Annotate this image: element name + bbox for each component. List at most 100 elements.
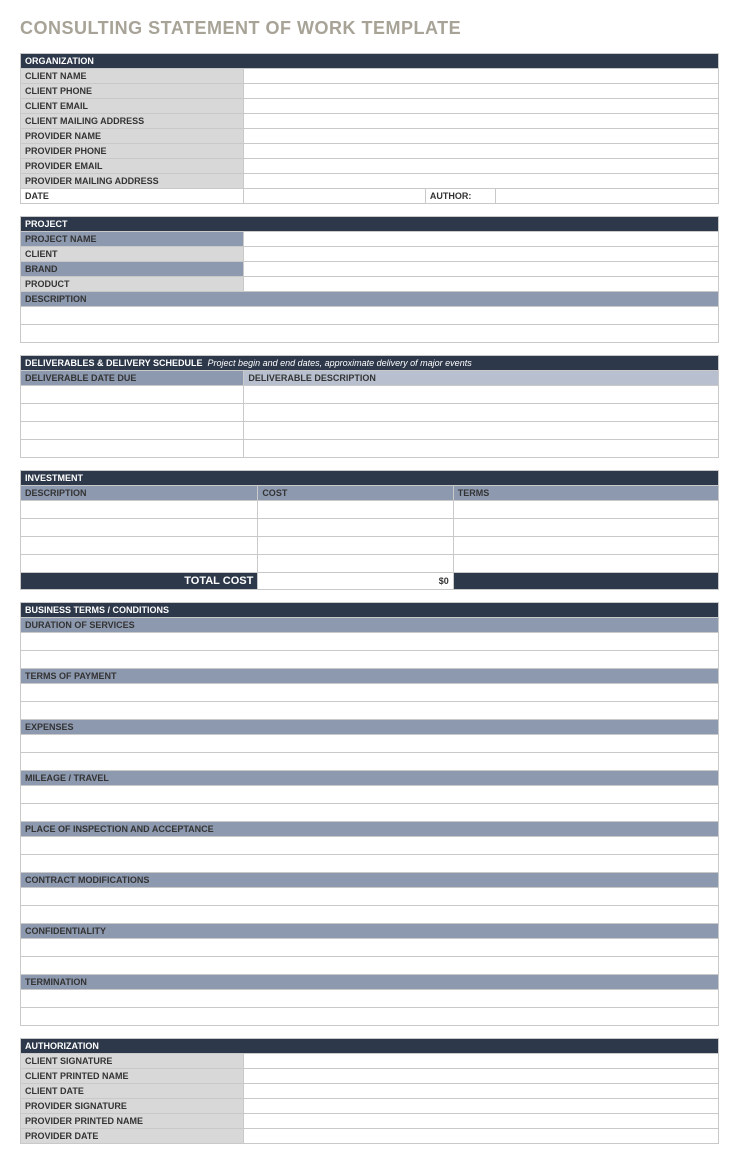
deliv-row-4-date[interactable] xyxy=(21,440,244,458)
input-modifications-2[interactable] xyxy=(21,906,719,924)
input-author[interactable] xyxy=(495,189,718,204)
label-payment: TERMS OF PAYMENT xyxy=(21,669,719,684)
label-provider-email: PROVIDER EMAIL xyxy=(21,159,244,174)
label-client-sig: CLIENT SIGNATURE xyxy=(21,1054,244,1069)
inv-row-3-cost[interactable] xyxy=(258,537,453,555)
input-client-date[interactable] xyxy=(244,1084,719,1099)
deliv-row-3-desc[interactable] xyxy=(244,422,719,440)
label-description: DESCRIPTION xyxy=(21,292,719,307)
inv-row-3-desc[interactable] xyxy=(21,537,258,555)
inv-row-2-terms[interactable] xyxy=(453,519,718,537)
label-duration: DURATION OF SERVICES xyxy=(21,618,719,633)
input-client-print[interactable] xyxy=(244,1069,719,1084)
input-provider-mailing[interactable] xyxy=(244,174,719,189)
label-provider-sig: PROVIDER SIGNATURE xyxy=(21,1099,244,1114)
input-inspection-2[interactable] xyxy=(21,855,719,873)
label-author: AUTHOR: xyxy=(425,189,495,204)
input-expenses-1[interactable] xyxy=(21,735,719,753)
label-provider-name: PROVIDER NAME xyxy=(21,129,244,144)
input-provider-email[interactable] xyxy=(244,159,719,174)
section-organization: ORGANIZATION CLIENT NAME CLIENT PHONE CL… xyxy=(20,53,719,204)
input-termination-1[interactable] xyxy=(21,990,719,1008)
deliv-row-3-date[interactable] xyxy=(21,422,244,440)
organization-header: ORGANIZATION xyxy=(21,54,719,69)
section-project: PROJECT PROJECT NAME CLIENT BRAND PRODUC… xyxy=(20,216,719,343)
input-client-mailing[interactable] xyxy=(244,114,719,129)
inv-row-4-cost[interactable] xyxy=(258,555,453,573)
input-confidentiality-2[interactable] xyxy=(21,957,719,975)
label-confidentiality: CONFIDENTIALITY xyxy=(21,924,719,939)
label-project-name: PROJECT NAME xyxy=(21,232,244,247)
input-payment-2[interactable] xyxy=(21,702,719,720)
input-provider-name[interactable] xyxy=(244,129,719,144)
input-client-email[interactable] xyxy=(244,99,719,114)
section-investment: INVESTMENT DESCRIPTION COST TERMS TOTAL … xyxy=(20,470,719,590)
label-termination: TERMINATION xyxy=(21,975,719,990)
input-provider-print[interactable] xyxy=(244,1114,719,1129)
label-provider-phone: PROVIDER PHONE xyxy=(21,144,244,159)
input-mileage-2[interactable] xyxy=(21,804,719,822)
input-modifications-1[interactable] xyxy=(21,888,719,906)
deliverables-subtitle: Project begin and end dates, approximate… xyxy=(208,358,472,368)
label-inspection: PLACE OF INSPECTION AND ACCEPTANCE xyxy=(21,822,719,837)
inv-row-1-terms[interactable] xyxy=(453,501,718,519)
input-expenses-2[interactable] xyxy=(21,753,719,771)
inv-row-4-desc[interactable] xyxy=(21,555,258,573)
deliv-row-4-desc[interactable] xyxy=(244,440,719,458)
input-termination-2[interactable] xyxy=(21,1008,719,1026)
col-deliverable-date: DELIVERABLE DATE DUE xyxy=(21,371,244,386)
label-expenses: EXPENSES xyxy=(21,720,719,735)
section-deliverables: DELIVERABLES & DELIVERY SCHEDULE Project… xyxy=(20,355,719,458)
label-client-print: CLIENT PRINTED NAME xyxy=(21,1069,244,1084)
input-date[interactable] xyxy=(244,189,425,204)
label-mileage: MILEAGE / TRAVEL xyxy=(21,771,719,786)
label-client-name: CLIENT NAME xyxy=(21,69,244,84)
label-brand: BRAND xyxy=(21,262,244,277)
input-product[interactable] xyxy=(244,277,719,292)
label-date: DATE xyxy=(21,189,244,204)
input-provider-date[interactable] xyxy=(244,1129,719,1144)
input-client-phone[interactable] xyxy=(244,84,719,99)
inv-row-1-cost[interactable] xyxy=(258,501,453,519)
input-client-sig[interactable] xyxy=(244,1054,719,1069)
organization-table: ORGANIZATION CLIENT NAME CLIENT PHONE CL… xyxy=(20,53,719,204)
inv-row-2-cost[interactable] xyxy=(258,519,453,537)
investment-header: INVESTMENT xyxy=(21,471,719,486)
input-duration-1[interactable] xyxy=(21,633,719,651)
deliv-row-2-date[interactable] xyxy=(21,404,244,422)
deliv-row-2-desc[interactable] xyxy=(244,404,719,422)
input-provider-sig[interactable] xyxy=(244,1099,719,1114)
deliverables-table: DELIVERABLES & DELIVERY SCHEDULE Project… xyxy=(20,355,719,458)
input-brand[interactable] xyxy=(244,262,719,277)
label-modifications: CONTRACT MODIFICATIONS xyxy=(21,873,719,888)
inv-row-2-desc[interactable] xyxy=(21,519,258,537)
section-authorization: AUTHORIZATION CLIENT SIGNATURE CLIENT PR… xyxy=(20,1038,719,1144)
business-terms-header: BUSINESS TERMS / CONDITIONS xyxy=(21,603,719,618)
authorization-table: AUTHORIZATION CLIENT SIGNATURE CLIENT PR… xyxy=(20,1038,719,1144)
total-cost-value: $0 xyxy=(258,573,453,590)
input-inspection-1[interactable] xyxy=(21,837,719,855)
input-provider-phone[interactable] xyxy=(244,144,719,159)
input-description-1[interactable] xyxy=(21,307,719,325)
input-confidentiality-1[interactable] xyxy=(21,939,719,957)
inv-row-4-terms[interactable] xyxy=(453,555,718,573)
inv-row-3-terms[interactable] xyxy=(453,537,718,555)
deliv-row-1-desc[interactable] xyxy=(244,386,719,404)
col-inv-cost: COST xyxy=(258,486,453,501)
project-header: PROJECT xyxy=(21,217,719,232)
page-title: CONSULTING STATEMENT OF WORK TEMPLATE xyxy=(20,18,719,39)
label-client-mailing: CLIENT MAILING ADDRESS xyxy=(21,114,244,129)
input-client-name[interactable] xyxy=(244,69,719,84)
deliv-row-1-date[interactable] xyxy=(21,386,244,404)
col-deliverable-desc: DELIVERABLE DESCRIPTION xyxy=(244,371,719,386)
input-description-2[interactable] xyxy=(21,325,719,343)
input-project-client[interactable] xyxy=(244,247,719,262)
input-duration-2[interactable] xyxy=(21,651,719,669)
label-client-date: CLIENT DATE xyxy=(21,1084,244,1099)
input-project-name[interactable] xyxy=(244,232,719,247)
inv-row-1-desc[interactable] xyxy=(21,501,258,519)
business-terms-table: BUSINESS TERMS / CONDITIONS DURATION OF … xyxy=(20,602,719,1026)
input-payment-1[interactable] xyxy=(21,684,719,702)
label-client-phone: CLIENT PHONE xyxy=(21,84,244,99)
input-mileage-1[interactable] xyxy=(21,786,719,804)
